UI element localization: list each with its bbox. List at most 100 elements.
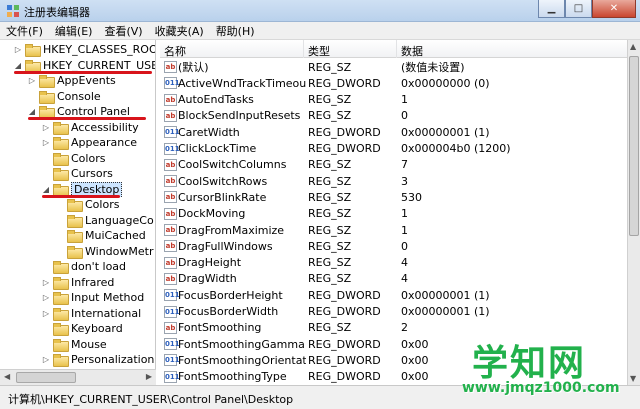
folder-icon — [39, 75, 55, 88]
expand-arrow-icon[interactable]: ▷ — [14, 45, 22, 54]
registry-value-row[interactable]: ab BlockSendInputResets REG_SZ 0 — [160, 108, 627, 124]
registry-value-row[interactable]: 011 FocusBorderWidth REG_DWORD 0x00000001 (… — [160, 304, 627, 320]
tree-item[interactable]: Mouse — [42, 337, 107, 352]
registry-value-row[interactable]: 011FontSmoothingOrientationREG_DWORD 0x00 — [160, 352, 627, 368]
string-value-icon: ab — [164, 175, 177, 188]
folder-icon — [53, 276, 69, 290]
tree-item[interactable]: MuiCached — [56, 228, 146, 243]
folder-icon — [53, 323, 69, 336]
value-name: DockMoving — [178, 207, 246, 221]
tree-scroll-thumb[interactable] — [16, 372, 76, 383]
tree-item[interactable]: ▷ HKEY_CLASSES_ROOT — [14, 42, 155, 57]
registry-value-row[interactable]: 011 FocusBorderHeight REG_DWORD 0x00000001 … — [160, 287, 627, 303]
expand-arrow-icon[interactable]: ▷ — [42, 293, 50, 302]
registry-value-row[interactable]: 011 FontSmoothingType REG_DWORD 0x00 — [160, 369, 627, 385]
title-bar[interactable]: 注册表编辑器 ▁ □ ✕ — [0, 0, 640, 22]
value-data: 530 — [401, 190, 422, 204]
expand-arrow-icon[interactable]: ▷ — [42, 278, 50, 287]
tree-item[interactable]: ▷ AppEvents — [28, 73, 116, 88]
tree-item-label: don't load — [71, 260, 127, 273]
tree-item[interactable]: don't load — [42, 259, 126, 274]
folder-icon — [53, 121, 69, 135]
column-header-type[interactable]: 类型 — [308, 43, 330, 59]
folder-icon — [67, 199, 83, 212]
scroll-right-icon[interactable]: ▶ — [146, 372, 152, 381]
regedit-icon — [7, 5, 19, 17]
expand-arrow-icon[interactable]: ▷ — [42, 138, 50, 147]
value-data: 0x00 — [401, 337, 429, 351]
tree-item[interactable]: WindowMetr — [56, 244, 153, 259]
expand-arrow-icon[interactable]: ▷ — [42, 309, 50, 318]
tree-item-label: LanguageCo — [85, 213, 154, 227]
registry-value-row[interactable]: ab CursorBlinkRate REG_SZ 530 — [160, 189, 627, 205]
registry-value-row[interactable]: ab CoolSwitchRows REG_SZ 3 — [160, 173, 627, 189]
registry-value-row[interactable]: 011 ActiveWndTrackTimeout REG_DWORD 0x00000… — [160, 75, 627, 91]
tree-item[interactable]: LanguageCo — [56, 213, 154, 228]
close-button[interactable]: ✕ — [592, 0, 636, 18]
tree-horizontal-scrollbar[interactable]: ◀ ▶ — [0, 369, 156, 385]
expand-arrow-icon[interactable]: ▷ — [42, 123, 50, 132]
column-divider[interactable] — [396, 40, 397, 58]
menu-help[interactable]: 帮助(H) — [216, 23, 261, 39]
tree-item[interactable]: ▷ Accessibility — [42, 120, 139, 135]
tree-item[interactable]: Colors — [56, 197, 119, 212]
column-header-name[interactable]: 名称 — [164, 43, 186, 59]
list-scroll-thumb[interactable] — [629, 56, 639, 236]
registry-value-row[interactable]: 011 ClickLockTime REG_DWORD 0x000004b0 (120… — [160, 141, 627, 157]
value-data: 1 — [401, 223, 408, 237]
menu-view[interactable]: 查看(V) — [104, 23, 148, 39]
tree-item[interactable]: Console — [28, 89, 101, 104]
tree-item[interactable]: ▷ International — [42, 306, 141, 321]
menu-file[interactable]: 文件(F) — [6, 23, 49, 39]
dword-value-icon: 011 — [164, 142, 180, 155]
list-vertical-scrollbar[interactable]: ▲ ▼ — [627, 40, 640, 385]
registry-value-row[interactable]: ab DragFromMaximize REG_SZ 1 — [160, 222, 627, 238]
values-list[interactable]: 名称 类型 数据 ab (默认) REG_SZ (数值未设置) 011 ActiveWnd… — [160, 40, 627, 385]
expand-arrow-icon[interactable]: ▷ — [28, 76, 36, 85]
scroll-down-icon[interactable]: ▼ — [630, 374, 636, 383]
registry-value-row[interactable]: ab AutoEndTasks REG_SZ 1 — [160, 92, 627, 108]
registry-value-row[interactable]: ab DockMoving REG_SZ 1 — [160, 206, 627, 222]
tree-item[interactable]: Colors — [42, 151, 105, 166]
menu-edit[interactable]: 编辑(E) — [55, 23, 99, 39]
tree-item-label: MuiCached — [85, 229, 146, 242]
tree-item[interactable]: ▷ Input Method — [42, 290, 144, 305]
minimize-button[interactable]: ▁ — [538, 0, 565, 18]
registry-tree[interactable]: ▷ HKEY_CLASSES_ROOT ◢ HKEY_CURRENT_USER ▷ App… — [0, 40, 156, 385]
value-data: 0x00000001 (1) — [401, 288, 490, 302]
value-type: REG_DWORD — [308, 288, 381, 302]
expand-arrow-icon[interactable]: ◢ — [28, 107, 36, 116]
tree-item[interactable]: ▷ Infrared — [42, 275, 114, 290]
registry-value-row[interactable]: ab DragHeight REG_SZ 4 — [160, 255, 627, 271]
maximize-button[interactable]: □ — [565, 0, 592, 18]
tree-item[interactable]: ▷ Personalization — [42, 352, 154, 367]
menu-favorites[interactable]: 收藏夹(A) — [155, 23, 210, 39]
registry-value-row[interactable]: 011 FontSmoothingGamma REG_DWORD 0x00 — [160, 336, 627, 352]
registry-value-row[interactable]: 011 CaretWidth REG_DWORD 0x00000001 (1) — [160, 124, 627, 140]
tree-item[interactable]: Keyboard — [42, 321, 123, 336]
value-name: AutoEndTasks — [178, 93, 254, 107]
value-type: REG_SZ — [308, 321, 352, 335]
registry-value-row[interactable]: ab DragFullWindows REG_SZ 0 — [160, 238, 627, 254]
registry-value-row[interactable]: ab DragWidth REG_SZ 4 — [160, 271, 627, 287]
value-name: CoolSwitchRows — [178, 174, 268, 188]
expand-arrow-icon[interactable]: ◢ — [42, 185, 50, 194]
tree-item[interactable]: Cursors — [42, 166, 113, 181]
value-data: 1 — [401, 207, 408, 221]
column-divider[interactable] — [303, 40, 304, 58]
expand-arrow-icon[interactable]: ▷ — [42, 355, 50, 364]
string-value-icon: ab — [164, 321, 177, 334]
string-value-icon: ab — [164, 272, 177, 285]
registry-value-row[interactable]: ab (默认) REG_SZ (数值未设置) — [160, 59, 627, 75]
registry-value-row[interactable]: ab CoolSwitchColumns REG_SZ 7 — [160, 157, 627, 173]
registry-value-row[interactable]: ab FontSmoothing REG_SZ 2 — [160, 320, 627, 336]
string-value-icon: ab — [164, 109, 177, 122]
expand-arrow-icon[interactable]: ◢ — [14, 61, 22, 70]
tree-item[interactable]: ▷ Appearance — [42, 135, 137, 150]
tree-item-label: Accessibility — [71, 120, 139, 134]
scroll-left-icon[interactable]: ◀ — [4, 372, 10, 381]
value-name: DragFromMaximize — [178, 223, 285, 237]
scroll-up-icon[interactable]: ▲ — [630, 42, 636, 51]
value-data: 0x00 — [401, 370, 429, 384]
column-header-data[interactable]: 数据 — [401, 43, 423, 59]
